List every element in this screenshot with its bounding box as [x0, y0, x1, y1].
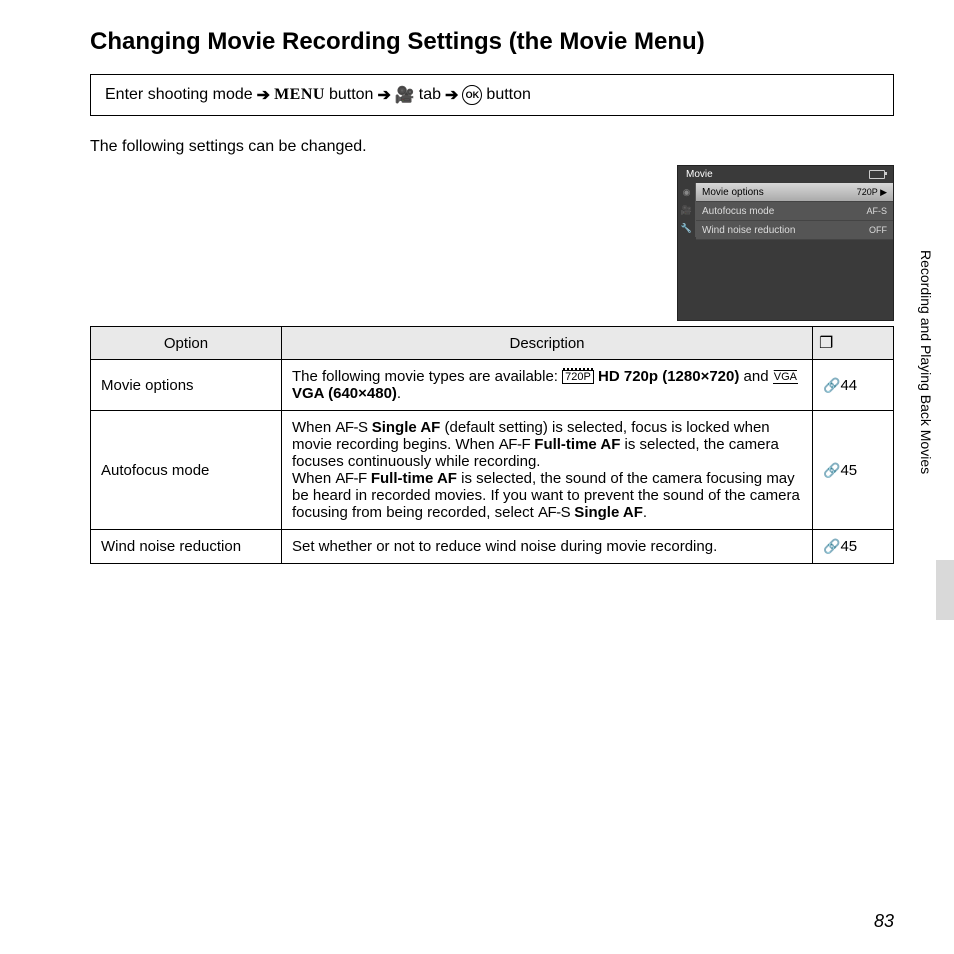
nav-tab-word: tab	[419, 86, 441, 104]
table-row: Wind noise reduction Set whether or not …	[91, 530, 894, 564]
page-number: 83	[874, 911, 894, 932]
option-cell: Movie options	[91, 360, 282, 411]
table-row: Autofocus mode When AF-S Single AF (defa…	[91, 411, 894, 530]
reference-link-icon: 🔗	[823, 462, 840, 478]
720p-icon: 720P	[562, 370, 594, 384]
reference-cell: 🔗44	[813, 360, 894, 411]
afs-icon: AF-S	[538, 504, 570, 521]
description-cell: The following movie types are available:…	[282, 360, 813, 411]
menu-row-label: Movie options	[702, 187, 764, 198]
menu-row-wind-noise: Wind noise reduction OFF	[696, 221, 893, 240]
aff-icon: AF-F	[335, 470, 366, 487]
header-reference-icon: ❐	[813, 327, 894, 360]
afs-icon: AF-S	[335, 419, 367, 436]
reference-link-icon: 🔗	[823, 377, 840, 393]
nav-button-word-2: button	[486, 86, 530, 104]
navigation-path-box: Enter shooting mode ➔ MENU button ➔ 🎥 ta…	[90, 74, 894, 116]
section-side-label: Recording and Playing Back Movies	[918, 250, 934, 474]
battery-icon	[869, 170, 885, 179]
menu-row-value: AF-S	[866, 206, 887, 216]
vga-icon: VGA	[773, 371, 798, 384]
menu-row-label: Autofocus mode	[702, 206, 774, 217]
movie-tab-icon: 🎥	[395, 85, 415, 105]
option-cell: Wind noise reduction	[91, 530, 282, 564]
settings-table: Option Description ❐ Movie options The f…	[90, 326, 894, 564]
aff-icon: AF-F	[499, 436, 530, 453]
intro-text: The following settings can be changed.	[90, 138, 894, 156]
tab-camera-icon: ◉	[678, 183, 696, 201]
nav-step-1: Enter shooting mode	[105, 86, 253, 104]
arrow-icon: ➔	[257, 85, 270, 105]
table-row: Movie options The following movie types …	[91, 360, 894, 411]
reference-link-icon: 🔗	[823, 538, 840, 554]
reference-cell: 🔗45	[813, 530, 894, 564]
description-cell: When AF-S Single AF (default setting) is…	[282, 411, 813, 530]
description-cell: Set whether or not to reduce wind noise …	[282, 530, 813, 564]
screenshot-title: Movie	[686, 169, 713, 180]
menu-row-label: Wind noise reduction	[702, 225, 795, 236]
tab-movie-icon: 🎥	[678, 201, 696, 219]
page-title: Changing Movie Recording Settings (the M…	[90, 28, 894, 56]
menu-row-movie-options: Movie options 720P ▶	[696, 183, 893, 202]
menu-row-autofocus: Autofocus mode AF-S	[696, 202, 893, 221]
header-option: Option	[91, 327, 282, 360]
section-side-tab	[936, 560, 954, 620]
camera-menu-screenshot: Movie ◉ 🎥 🔧 Movie options 720P ▶ Autofoc…	[677, 165, 894, 321]
reference-cell: 🔗45	[813, 411, 894, 530]
tab-setup-icon: 🔧	[678, 219, 696, 237]
ok-button-icon: OK	[462, 85, 482, 105]
header-description: Description	[282, 327, 813, 360]
arrow-icon: ➔	[445, 85, 458, 105]
menu-row-value: OFF	[869, 225, 887, 235]
nav-button-word-1: button	[329, 86, 373, 104]
menu-row-value: 720P ▶	[857, 187, 887, 198]
arrow-icon: ➔	[377, 85, 390, 105]
menu-button-label: MENU	[274, 86, 325, 104]
option-cell: Autofocus mode	[91, 411, 282, 530]
